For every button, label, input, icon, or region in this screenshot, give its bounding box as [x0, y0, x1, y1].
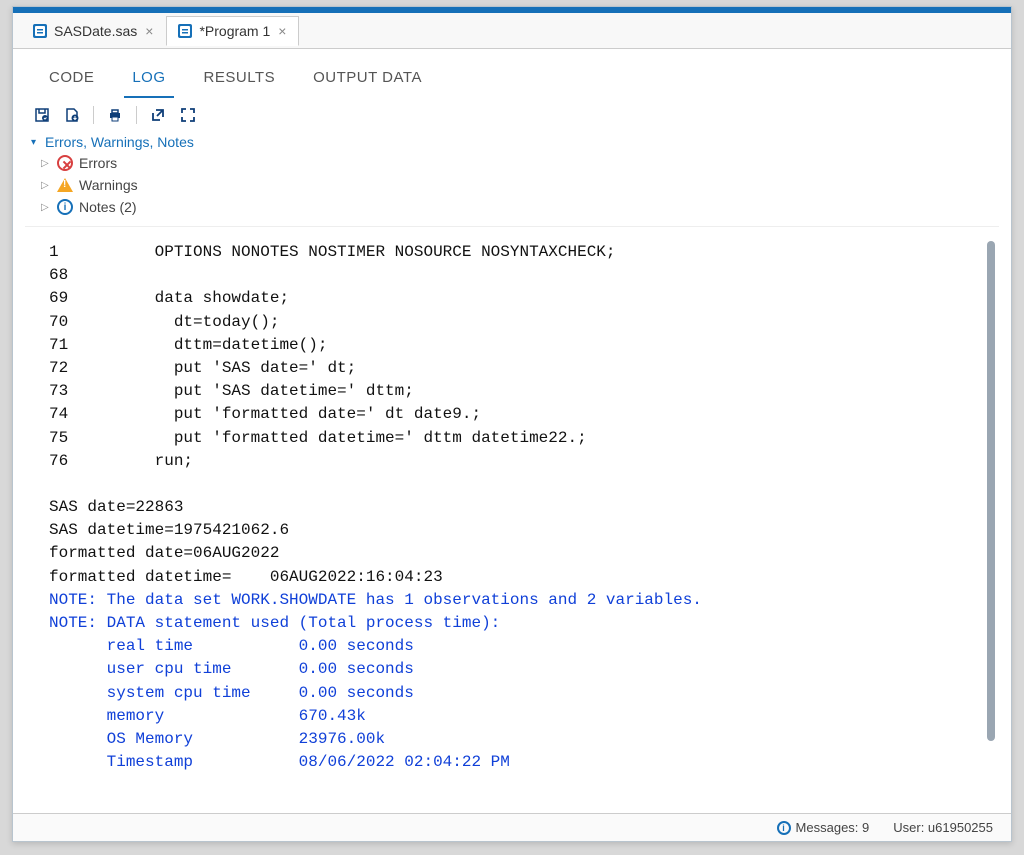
filter-errors-label: Errors [79, 155, 117, 171]
subtab-bar: CODE LOG RESULTS OUTPUT DATA [21, 55, 1003, 98]
file-tab-program1[interactable]: *Program 1 × [166, 16, 299, 46]
filter-notes-label: Notes (2) [79, 199, 137, 215]
log-note-section: NOTE: The data set WORK.SHOWDATE has 1 o… [49, 591, 702, 771]
filter-header-label: Errors, Warnings, Notes [45, 134, 194, 150]
filter-warnings[interactable]: ▷ Warnings [31, 174, 993, 196]
error-icon [57, 155, 73, 171]
maximize-icon[interactable] [179, 106, 197, 124]
sas-file-icon [177, 23, 193, 39]
tab-results[interactable]: RESULTS [196, 63, 284, 98]
download-log-icon[interactable] [63, 106, 81, 124]
status-messages-label: Messages: 9 [796, 820, 870, 835]
caret-right-icon: ▷ [41, 180, 51, 191]
caret-right-icon: ▷ [41, 202, 51, 213]
tab-log[interactable]: LOG [124, 63, 173, 98]
warning-icon [57, 178, 73, 192]
log-filter-panel: ▾ Errors, Warnings, Notes ▷ Errors ▷ War… [21, 128, 1003, 220]
info-icon: i [777, 821, 791, 835]
popout-icon[interactable] [149, 106, 167, 124]
toolbar-divider [93, 106, 94, 124]
status-bar: i Messages: 9 User: u61950255 [13, 813, 1011, 841]
sas-file-icon [32, 23, 48, 39]
scrollbar-thumb[interactable] [987, 241, 995, 741]
toolbar-divider [136, 106, 137, 124]
filter-header[interactable]: ▾ Errors, Warnings, Notes [31, 132, 993, 152]
file-tab-label: *Program 1 [199, 23, 270, 39]
tab-code[interactable]: CODE [41, 63, 102, 98]
save-log-icon[interactable] [33, 106, 51, 124]
close-icon[interactable]: × [276, 23, 288, 39]
status-user-label: User: u61950255 [893, 820, 993, 835]
file-tab-sasdate[interactable]: SASDate.sas × [21, 16, 166, 46]
print-icon[interactable] [106, 106, 124, 124]
log-output[interactable]: 1 OPTIONS NONOTES NOSTIMER NOSOURCE NOSY… [25, 227, 999, 809]
filter-errors[interactable]: ▷ Errors [31, 152, 993, 174]
caret-down-icon: ▾ [31, 137, 41, 148]
filter-warnings-label: Warnings [79, 177, 138, 193]
log-toolbar [21, 98, 1003, 128]
info-icon: i [57, 199, 73, 215]
status-user: User: u61950255 [893, 820, 993, 835]
log-viewport: 1 OPTIONS NONOTES NOSTIMER NOSOURCE NOSY… [25, 226, 999, 809]
status-messages[interactable]: i Messages: 9 [777, 820, 870, 835]
caret-right-icon: ▷ [41, 158, 51, 169]
file-tab-label: SASDate.sas [54, 23, 137, 39]
file-tab-bar: SASDate.sas × *Program 1 × [13, 13, 1011, 49]
log-code-section: 1 OPTIONS NONOTES NOSTIMER NOSOURCE NOSY… [49, 243, 616, 586]
close-icon[interactable]: × [143, 23, 155, 39]
filter-notes[interactable]: ▷ i Notes (2) [31, 196, 993, 218]
tab-output-data[interactable]: OUTPUT DATA [305, 63, 430, 98]
